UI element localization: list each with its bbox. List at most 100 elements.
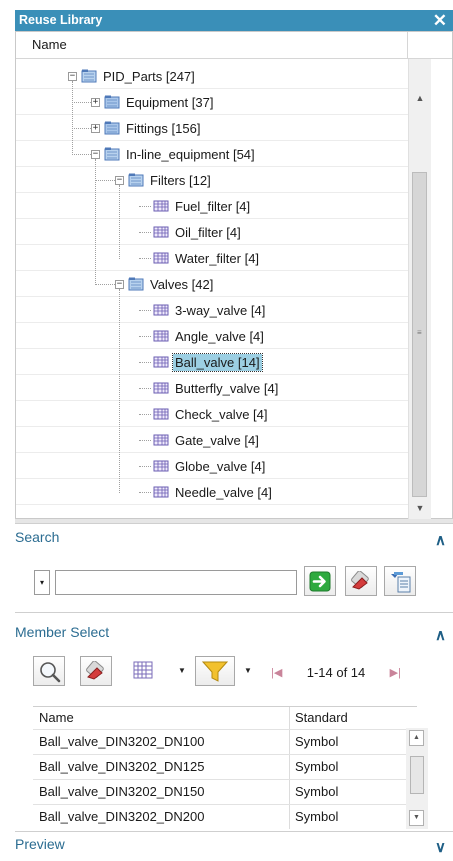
tree-row[interactable]: Fuel_filter [4] [16,193,408,219]
tree-node[interactable]: Ball_valve [14] [139,352,263,372]
folder-open-icon [81,69,97,83]
part-icon [153,225,169,239]
tree-row[interactable]: Globe_valve [4] [16,453,408,479]
find-button[interactable] [33,656,65,686]
scroll-up-icon[interactable]: ▲ [409,730,424,746]
tree-node[interactable]: Water_filter [4] [139,249,261,267]
preview-section-title: Preview [15,836,65,852]
page-next-icon[interactable]: ▶| [390,666,401,679]
tree-row[interactable]: Angle_valve [4] [16,323,408,349]
expand-icon[interactable]: + [91,97,100,107]
filter-button[interactable] [195,656,235,686]
column-header-standard[interactable]: Standard [295,707,348,729]
scroll-up-icon[interactable]: ▲ [409,89,431,107]
search-options-icon [391,572,411,593]
eraser-icon [86,661,104,680]
cell-standard: Symbol [295,809,339,824]
tree-node-label: Check_valve [4] [175,406,268,422]
tree-node[interactable]: 3-way_valve [4] [139,301,267,319]
search-options-button[interactable] [384,566,416,596]
grid-view-icon [133,661,153,679]
filter-dropdown-icon[interactable]: ▼ [240,656,256,686]
clear-members-button[interactable] [80,656,112,686]
close-icon[interactable]: ✕ [433,10,447,31]
tree-scrollbar[interactable]: ▲ ≡ ▼ [408,59,431,519]
member-table[interactable]: Name Standard Ball_valve_DIN3202_DN100 Sy… [33,706,417,830]
search-input[interactable] [55,570,297,595]
table-row[interactable]: Ball_valve_DIN3202_DN150 Symbol [33,779,417,805]
tree-node[interactable]: − Valves [42] [115,275,215,293]
panel-splitter[interactable] [15,519,453,524]
folder-open-icon [128,173,144,187]
tree-node[interactable]: Butterfly_valve [4] [139,379,280,397]
tree-node-label: Water_filter [4] [175,250,260,266]
tree-row[interactable]: Butterfly_valve [4] [16,375,408,401]
expand-chevron-icon[interactable]: ∨ [435,838,446,856]
tree-view[interactable]: − PID_Parts [247] + Equipment [37] + Fittings… [16,59,408,519]
table-row[interactable]: Ball_valve_DIN3202_DN125 Symbol [33,754,417,780]
tree-node[interactable]: Globe_valve [4] [139,457,267,475]
tree-row[interactable]: 3-way_valve [4] [16,297,408,323]
scroll-down-icon[interactable]: ▼ [409,499,431,517]
tree-node[interactable]: Fuel_filter [4] [139,197,252,215]
tree-row[interactable]: − Valves [42] [16,271,408,297]
cell-standard: Symbol [295,784,339,799]
scroll-thumb[interactable]: ≡ [412,172,427,497]
tree-node[interactable]: Check_valve [4] [139,405,270,423]
expand-icon[interactable]: + [91,123,100,133]
folder-icon [104,95,120,109]
search-section-title: Search [15,529,60,545]
tree-node[interactable]: + Equipment [37] [91,93,215,111]
view-dropdown-icon[interactable]: ▼ [174,656,190,686]
tree-node[interactable]: Gate_valve [4] [139,431,261,449]
go-arrow-icon [309,571,331,592]
part-icon [153,251,169,265]
eraser-icon [351,571,369,590]
page-prev-icon[interactable]: |◀ [271,666,282,679]
clear-search-button[interactable] [345,566,377,596]
folder-open-icon [128,277,144,291]
collapse-chevron-icon[interactable]: ∧ [435,626,446,644]
tree-row[interactable]: Oil_filter [4] [16,219,408,245]
table-row[interactable]: Ball_valve_DIN3202_DN100 Symbol [33,729,417,755]
tree-node-label: Globe_valve [4] [175,458,266,474]
member-select-header[interactable]: Member Select ∧ [15,624,446,648]
tree-row[interactable]: Needle_valve [4] [16,479,408,505]
tree-node[interactable]: + Fittings [156] [91,119,202,137]
tree-node[interactable]: Needle_valve [4] [139,483,274,501]
tree-row[interactable]: Ball_valve [14] [16,349,408,375]
tree-node[interactable]: − Filters [12] [115,171,213,189]
collapse-icon[interactable]: − [115,279,124,289]
tree-node-label: Equipment [37] [126,94,214,110]
go-button[interactable] [304,566,336,596]
collapse-icon[interactable]: − [68,71,77,81]
table-row[interactable]: Ball_valve_DIN3202_DN200 Symbol [33,804,417,830]
scroll-thumb[interactable] [410,756,424,794]
search-dropdown-button[interactable]: ▾ [34,570,50,595]
grip-icon: ≡ [417,328,422,337]
search-section-header[interactable]: Search ∧ [15,529,446,553]
tree-row[interactable]: Gate_valve [4] [16,427,408,453]
tree-column-name: Name [32,37,67,52]
member-table-scrollbar[interactable]: ▲ ▼ [406,728,428,829]
preview-section-header[interactable]: Preview ∨ [15,836,446,860]
tree-node[interactable]: Angle_valve [4] [139,327,266,345]
tree-row[interactable]: − PID_Parts [247] [16,63,408,89]
tree-node[interactable]: − In-line_equipment [54] [91,145,257,163]
column-header-name[interactable]: Name [39,707,74,729]
tree-node-label: Fittings [156] [126,120,201,136]
tree-row[interactable]: Water_filter [4] [16,245,408,271]
grid-view-button[interactable] [123,656,175,686]
tree-row[interactable]: Check_valve [4] [16,401,408,427]
tree-node-label: Ball_valve [14] [172,352,263,372]
tree-node-label: Gate_valve [4] [175,432,259,448]
scroll-down-icon[interactable]: ▼ [409,810,424,826]
collapse-icon[interactable]: − [91,149,100,159]
tree-column-header[interactable]: Name [16,32,452,59]
tree-node[interactable]: − PID_Parts [247] [68,67,197,85]
tree-node[interactable]: Oil_filter [4] [139,223,243,241]
collapse-icon[interactable]: − [115,175,124,185]
collapse-chevron-icon[interactable]: ∧ [435,531,446,549]
magnifier-icon [40,662,61,683]
tree-row[interactable]: − Filters [12] [16,167,408,193]
